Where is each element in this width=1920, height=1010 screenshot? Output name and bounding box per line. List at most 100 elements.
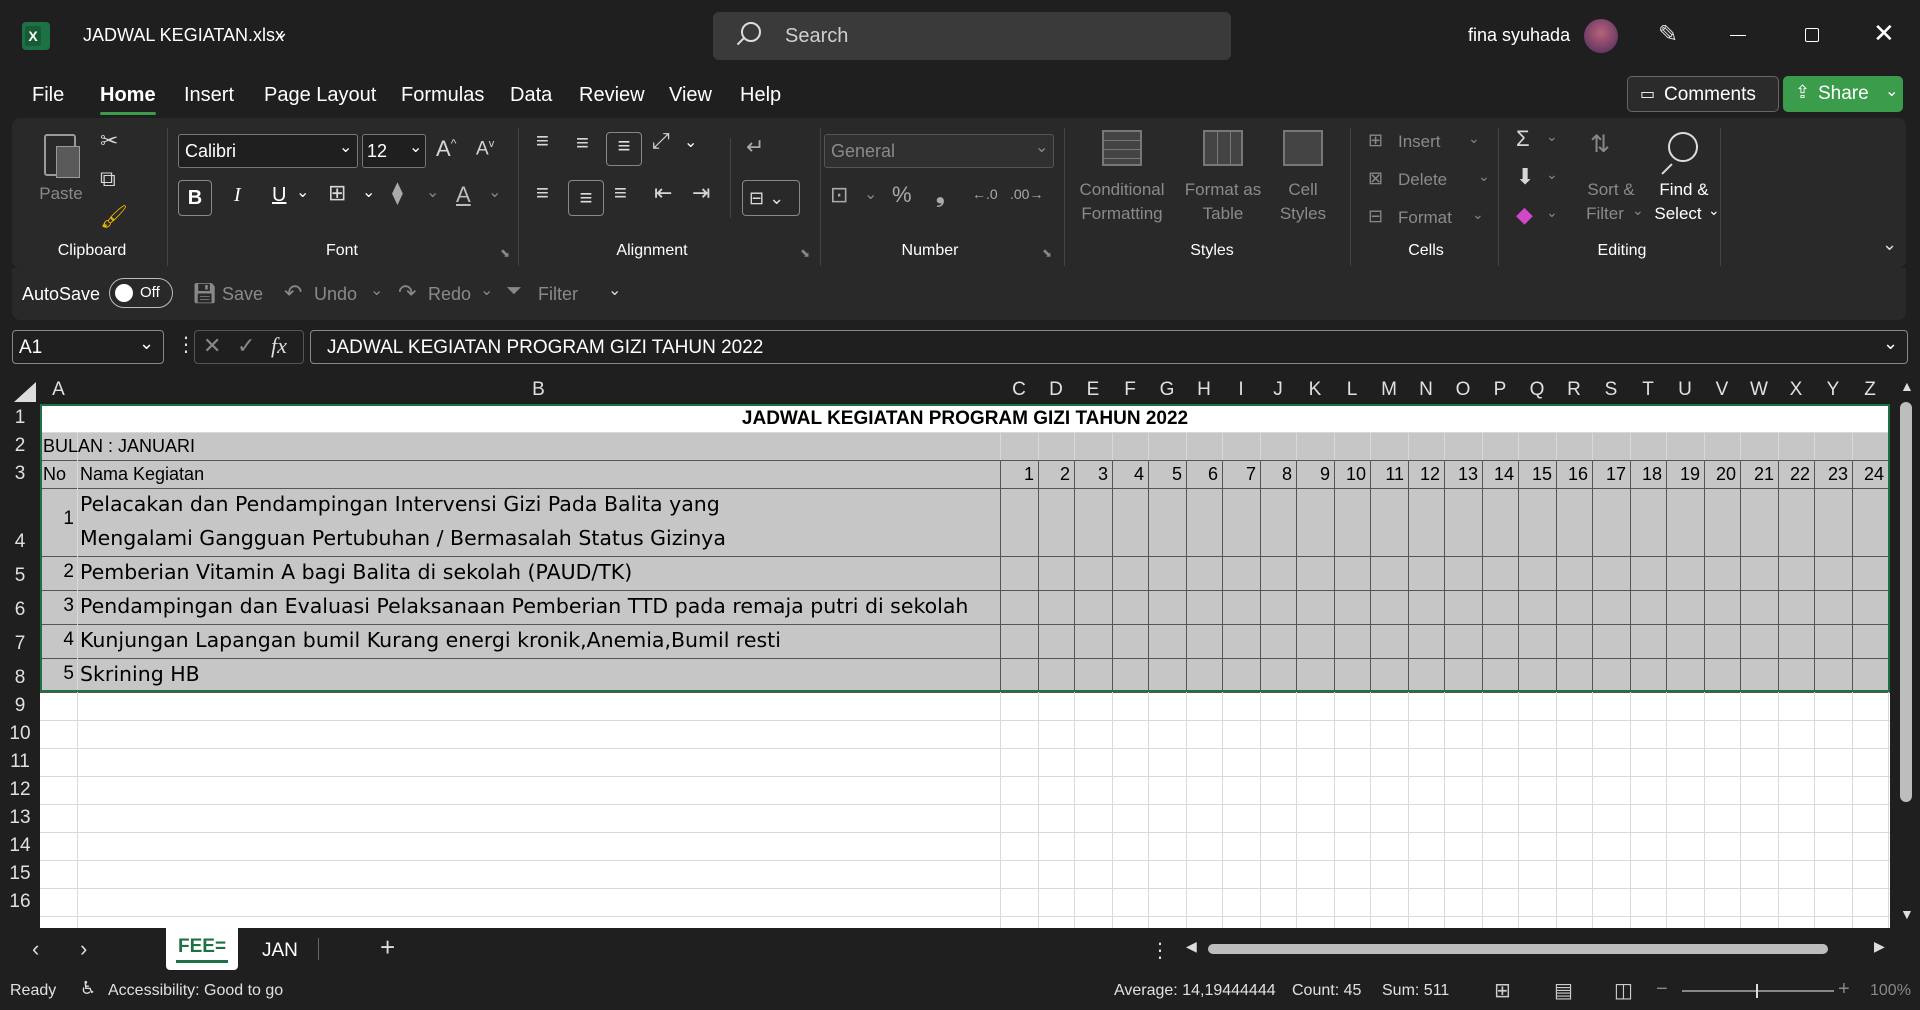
more-options-icon[interactable]: ⋮	[1150, 938, 1170, 963]
decrease-font-icon[interactable]: Av	[476, 138, 494, 160]
accessibility-icon[interactable]: ♿︎	[80, 978, 96, 999]
cancel-icon[interactable]: ✕	[203, 333, 221, 359]
fill-icon[interactable]: ⬇	[1516, 164, 1534, 190]
font-size-select[interactable]: 12 ⌄	[362, 134, 426, 168]
column-header[interactable]: G	[1148, 376, 1186, 404]
redo-icon[interactable]: ↷	[398, 280, 416, 306]
chevron-down-icon[interactable]: ⌄	[488, 182, 501, 202]
underline-button[interactable]: U	[272, 184, 286, 207]
search-box[interactable]: Search	[713, 12, 1231, 60]
row-header[interactable]: 9	[0, 692, 40, 720]
chevron-down-icon[interactable]: ⌄	[1885, 81, 1898, 101]
tab-review[interactable]: Review	[579, 84, 645, 107]
format-cells-button[interactable]: ⊟ Format ⌄	[1368, 206, 1488, 236]
conditional-formatting-button[interactable]: Conditional Formatting	[1072, 130, 1172, 240]
tab-insert[interactable]: Insert	[184, 84, 234, 107]
excel-logo-icon[interactable]: X	[22, 22, 50, 50]
column-header[interactable]: E	[1074, 376, 1112, 404]
column-header[interactable]: Q	[1518, 376, 1556, 404]
column-header[interactable]: H	[1186, 376, 1222, 404]
delete-cells-button[interactable]: ⊠ Delete ⌄	[1368, 168, 1490, 198]
column-header[interactable]: N	[1408, 376, 1444, 404]
fill-color-icon[interactable]: ⧫	[392, 180, 403, 206]
page-layout-view-icon[interactable]: ▤	[1554, 978, 1573, 1003]
column-header[interactable]: F	[1112, 376, 1148, 404]
percent-icon[interactable]: %	[892, 182, 912, 208]
number-format-select[interactable]: General ⌄	[824, 134, 1054, 168]
chevron-down-icon[interactable]: ⌄	[362, 182, 375, 202]
cut-icon[interactable]: ✂	[100, 128, 118, 154]
status-average[interactable]: Average: 14,19444444	[1114, 982, 1276, 1000]
tab-home[interactable]: Home	[100, 84, 156, 107]
sheet-tab[interactable]: JAN	[244, 928, 318, 970]
row-header[interactable]: 13	[0, 804, 40, 832]
chevron-down-icon[interactable]: ⌄	[1546, 128, 1558, 145]
cell-styles-button[interactable]: Cell Styles	[1268, 130, 1338, 240]
orientation-icon[interactable]: ⤢	[652, 128, 670, 154]
horizontal-scrollbar[interactable]: ◀ ▶	[1184, 938, 1890, 960]
tab-file[interactable]: File	[32, 84, 64, 107]
scroll-down-icon[interactable]: ▼	[1900, 906, 1914, 922]
row-header[interactable]: 7	[0, 624, 40, 658]
next-sheet-icon[interactable]: ›	[80, 936, 87, 962]
align-left-icon[interactable]: ≡	[536, 180, 549, 206]
scroll-up-icon[interactable]: ▲	[1900, 378, 1914, 394]
italic-button[interactable]: I	[234, 184, 241, 207]
chevron-down-icon[interactable]: ⌄	[1546, 204, 1558, 221]
font-name-select[interactable]: Calibri ⌄	[178, 134, 358, 168]
zoom-in-icon[interactable]: +	[1838, 978, 1850, 1001]
status-sum[interactable]: Sum: 511	[1382, 982, 1449, 1000]
autosum-icon[interactable]: Σ	[1516, 126, 1530, 152]
save-label[interactable]: Save	[222, 284, 263, 305]
insert-cells-button[interactable]: ⊞ Insert ⌄	[1368, 130, 1488, 160]
tab-page-layout[interactable]: Page Layout	[264, 84, 376, 107]
wrap-text-icon[interactable]: ↵	[746, 134, 764, 160]
chevron-down-icon[interactable]: ⌄	[1472, 206, 1484, 223]
tab-data[interactable]: Data	[510, 84, 552, 107]
sort-filter-button[interactable]: ⇅ Sort & Filter ⌄	[1576, 130, 1646, 240]
tab-view[interactable]: View	[669, 84, 712, 107]
chevron-down-icon[interactable]: ⌄	[1035, 137, 1048, 157]
column-header[interactable]: T	[1630, 376, 1666, 404]
pen-icon[interactable]: ✎	[1658, 20, 1678, 49]
avatar[interactable]	[1584, 19, 1618, 53]
chevron-down-icon[interactable]: ⌄	[684, 132, 697, 152]
more-options-icon[interactable]: ⋮	[176, 332, 196, 357]
sheet-tab-active[interactable]: FEE=	[166, 928, 238, 970]
chevron-down-icon[interactable]: ⌄	[296, 182, 309, 202]
column-header[interactable]: S	[1592, 376, 1630, 404]
chevron-down-icon[interactable]: ⌄	[1708, 202, 1720, 219]
row-header[interactable]: 8	[0, 658, 40, 692]
name-box[interactable]: A1 ⌄	[12, 330, 164, 364]
format-as-table-button[interactable]: Format as Table	[1178, 130, 1268, 240]
column-header[interactable]: D	[1038, 376, 1074, 404]
chevron-down-icon[interactable]: ⌄	[864, 184, 877, 204]
column-header[interactable]: M	[1370, 376, 1408, 404]
row-header[interactable]: 16	[0, 888, 40, 916]
column-header[interactable]: A	[40, 376, 77, 404]
decrease-decimal-icon[interactable]: .00→	[1010, 186, 1043, 202]
autosave-toggle[interactable]: Off	[109, 278, 173, 308]
dialog-launcher-icon[interactable]: ⬊	[500, 246, 510, 260]
tab-formulas[interactable]: Formulas	[401, 84, 484, 107]
align-top-icon[interactable]: ≡	[536, 128, 549, 154]
horizontal-scroll-thumb[interactable]	[1208, 944, 1828, 954]
row-header[interactable]: 14	[0, 832, 40, 860]
close-icon[interactable]: ✕	[1873, 18, 1895, 49]
column-header[interactable]: R	[1556, 376, 1592, 404]
redo-label[interactable]: Redo	[428, 284, 471, 305]
format-painter-icon[interactable]: 🖌	[100, 204, 128, 230]
chevron-down-icon[interactable]: ⌄	[409, 137, 422, 157]
merge-center-button[interactable]: ⊟ ⌄	[742, 180, 800, 216]
row-header[interactable]: 4	[0, 488, 40, 556]
column-header[interactable]: U	[1666, 376, 1704, 404]
user-name[interactable]: fina syuhada	[1468, 25, 1570, 46]
chevron-down-icon[interactable]: ⌄	[139, 333, 154, 354]
row-header[interactable]: 5	[0, 556, 40, 590]
row-header[interactable]: 11	[0, 748, 40, 776]
column-header[interactable]: K	[1296, 376, 1334, 404]
cell-area[interactable]: JADWAL KEGIATAN PROGRAM GIZI TAHUN 2022 B…	[40, 404, 1890, 928]
undo-icon[interactable]: ↶	[284, 280, 302, 306]
column-header[interactable]: I	[1222, 376, 1260, 404]
row-header[interactable]: 1	[0, 404, 40, 432]
